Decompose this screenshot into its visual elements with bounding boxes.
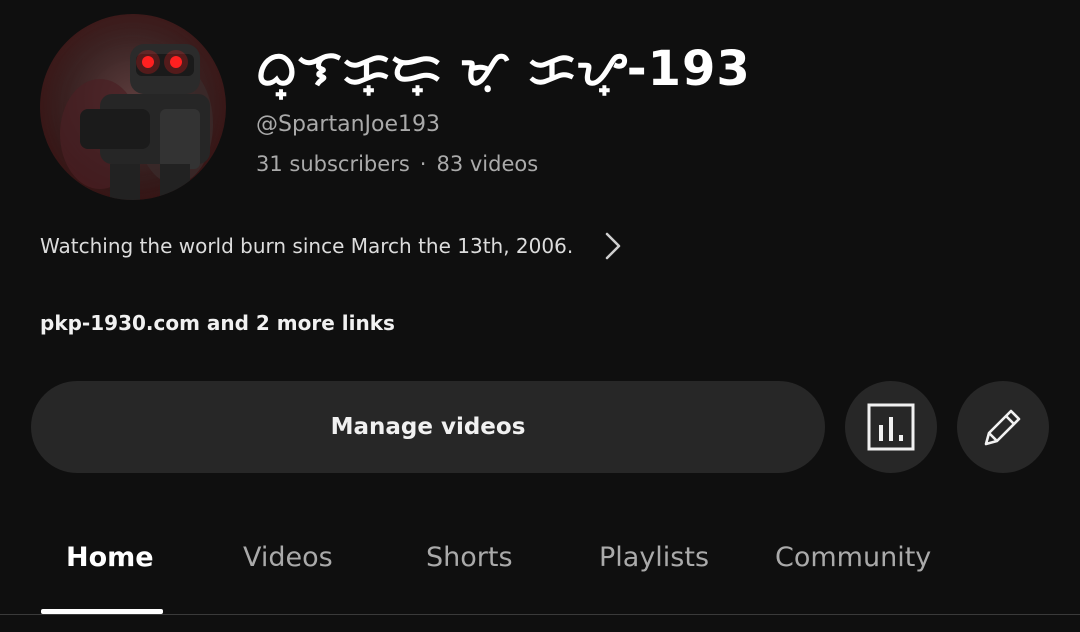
channel-avatar[interactable] (40, 14, 226, 200)
channel-links[interactable]: pkp-1930.com and 2 more links (40, 311, 395, 335)
tab-videos[interactable]: Videos (243, 520, 333, 594)
chevron-right-icon (605, 232, 621, 260)
analytics-icon (867, 403, 915, 451)
channel-tabs: Home Videos Shorts Playlists Community (0, 520, 1080, 614)
channel-stats: 31 subscribers · 83 videos (256, 152, 538, 176)
channel-description: Watching the world burn since March the … (40, 234, 574, 258)
tab-community[interactable]: Community (775, 520, 931, 594)
tabs-divider (0, 614, 1080, 615)
channel-handle: @SpartanJoe193 (256, 112, 440, 137)
channel-page: ᜊ᜔ᜎᜃ᜔ᜇ᜔ ᜋᜓ ᜃᜌ᜔-193 @SpartanJoe193 31 sub… (0, 0, 1080, 632)
channel-name: ᜊ᜔ᜎᜃ᜔ᜇ᜔ ᜋᜓ ᜃᜌ᜔-193 (256, 41, 751, 97)
tab-shorts[interactable]: Shorts (426, 520, 513, 594)
analytics-button[interactable] (845, 381, 937, 473)
stats-separator: · (419, 152, 427, 176)
pencil-icon (984, 409, 1021, 446)
channel-description-row[interactable]: Watching the world burn since March the … (40, 228, 625, 264)
edit-channel-button[interactable] (957, 381, 1049, 473)
manage-videos-button[interactable]: Manage videos (31, 381, 825, 473)
robot-avatar-icon (60, 44, 213, 200)
tab-playlists[interactable]: Playlists (599, 520, 709, 594)
video-count: 83 videos (436, 152, 539, 176)
tab-home[interactable]: Home (66, 520, 154, 594)
subscriber-count: 31 subscribers (256, 152, 410, 176)
